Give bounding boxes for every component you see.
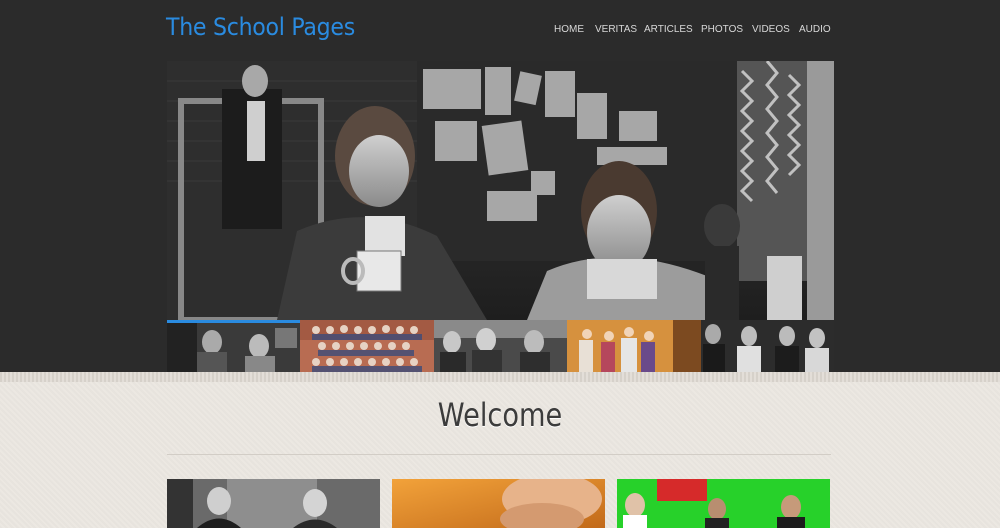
nav-videos[interactable]: VIDEOS bbox=[752, 24, 790, 35]
page-heading: Welcome bbox=[437, 396, 563, 434]
card-photo-greenscreen bbox=[617, 479, 830, 528]
feature-card-2[interactable] bbox=[392, 479, 605, 528]
nav-audio[interactable]: AUDIO bbox=[799, 24, 831, 35]
thumb-photo-2 bbox=[300, 320, 434, 372]
feature-card-1[interactable] bbox=[167, 479, 380, 528]
hero-photo bbox=[167, 61, 834, 320]
slider-thumb-2[interactable] bbox=[300, 320, 434, 372]
slider-thumb-4[interactable] bbox=[567, 320, 701, 372]
nav-photos[interactable]: PHOTOS bbox=[701, 24, 743, 35]
nav-home[interactable]: HOME bbox=[554, 24, 584, 35]
thumb-photo-1 bbox=[167, 320, 301, 372]
site-title[interactable]: The School Pages bbox=[166, 13, 355, 41]
heading-divider bbox=[167, 454, 831, 455]
thumb-photo-3 bbox=[433, 320, 568, 372]
card-photo-orange bbox=[392, 479, 605, 528]
nav-articles[interactable]: ARTICLES bbox=[644, 24, 693, 35]
card-photo-bw bbox=[167, 479, 380, 528]
feature-card-3[interactable] bbox=[617, 479, 830, 528]
nav-veritas[interactable]: VERITAS bbox=[595, 24, 637, 35]
content-divider-band bbox=[0, 372, 1000, 382]
slider-thumbnails bbox=[167, 320, 834, 372]
main-content: Welcome bbox=[0, 372, 1000, 528]
slider-thumb-5[interactable] bbox=[700, 320, 834, 372]
slider-thumb-3[interactable] bbox=[433, 320, 568, 372]
thumb-photo-4 bbox=[567, 320, 701, 372]
hero-slide-image[interactable] bbox=[167, 61, 834, 320]
thumb-photo-5 bbox=[700, 320, 834, 372]
slider-thumb-1[interactable] bbox=[167, 320, 301, 372]
site-header: The School Pages HOME VERITAS ARTICLES P… bbox=[0, 0, 1000, 372]
